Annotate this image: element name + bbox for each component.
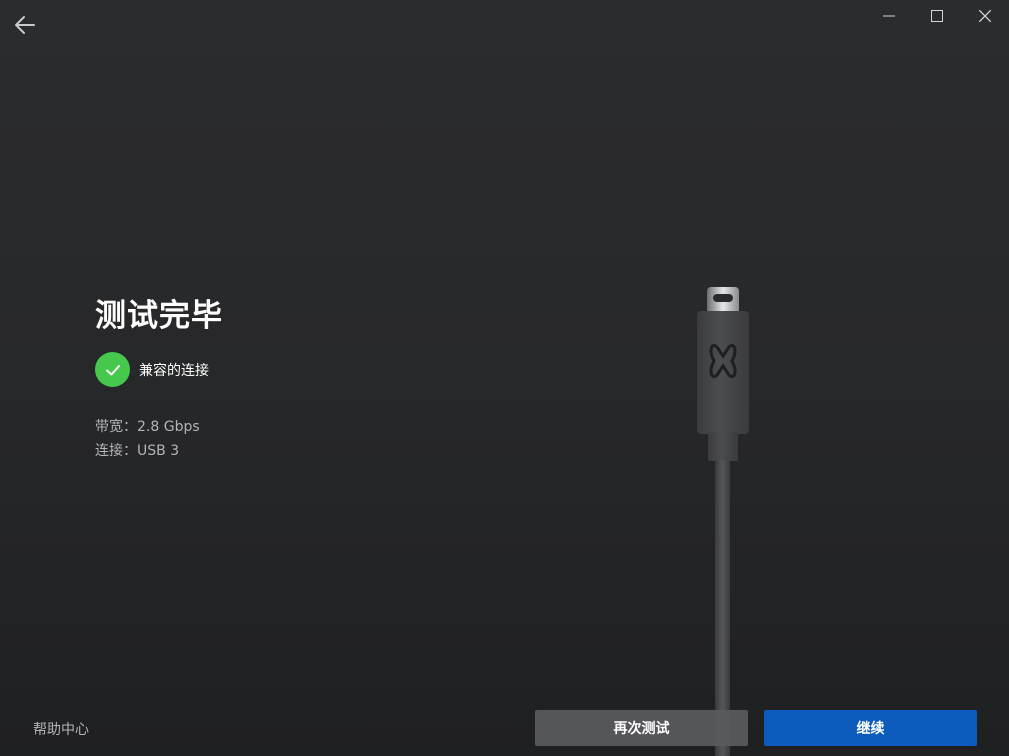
continue-button[interactable]: 继续	[764, 710, 977, 746]
check-circle-icon	[95, 352, 130, 387]
bandwidth-text: 带宽：2.8 Gbps	[95, 419, 200, 435]
usb-c-cable-illustration	[697, 287, 749, 756]
page-title: 测试完毕	[95, 298, 223, 334]
maximize-icon	[931, 10, 943, 22]
retest-button[interactable]: 再次测试	[535, 710, 748, 746]
close-button[interactable]	[961, 0, 1009, 32]
window-controls	[865, 0, 1009, 32]
status-row: 兼容的连接	[95, 352, 209, 387]
connection-text: 连接：USB 3	[95, 443, 180, 459]
close-icon	[979, 10, 991, 22]
app-window: 测试完毕 兼容的连接 带宽：2.8 Gbps 连接：USB 3 帮助中心 再次测…	[0, 0, 1009, 756]
back-button[interactable]	[10, 10, 40, 40]
status-text: 兼容的连接	[139, 362, 209, 379]
minimize-button[interactable]	[865, 0, 913, 32]
arrow-left-icon	[15, 16, 35, 34]
maximize-button[interactable]	[913, 0, 961, 32]
minimize-icon	[883, 15, 895, 17]
help-center-link[interactable]: 帮助中心	[33, 719, 89, 739]
